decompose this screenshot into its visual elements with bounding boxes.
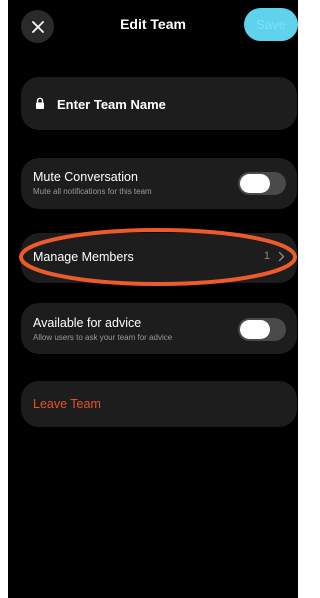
available-for-advice-toggle[interactable] (238, 318, 286, 341)
save-button[interactable]: Save (244, 8, 298, 41)
close-icon (31, 20, 44, 33)
lock-icon (36, 97, 44, 109)
toggle-knob (240, 174, 270, 193)
available-for-advice-card: Available for advice Allow users to ask … (21, 303, 297, 354)
edit-team-screen: Edit Team Save Mute Conversation Mute al… (8, 0, 298, 598)
toggle-knob (240, 320, 270, 339)
mute-conversation-title: Mute Conversation (33, 170, 138, 184)
leave-team-button[interactable]: Leave Team (21, 381, 297, 427)
available-for-advice-subtitle: Allow users to ask your team for advice (33, 333, 173, 342)
manage-members-row[interactable]: Manage Members 1 (21, 233, 297, 283)
team-name-card (21, 77, 297, 130)
close-button[interactable] (21, 10, 54, 43)
mute-conversation-subtitle: Mute all notifications for this team (33, 187, 152, 196)
mute-conversation-card: Mute Conversation Mute all notifications… (21, 158, 297, 209)
leave-team-label: Leave Team (33, 397, 101, 411)
chevron-right-icon (278, 251, 285, 262)
mute-conversation-toggle[interactable] (238, 172, 286, 195)
available-for-advice-title: Available for advice (33, 316, 142, 330)
team-name-input[interactable] (57, 94, 277, 114)
members-count: 1 (263, 250, 270, 262)
manage-members-label: Manage Members (33, 250, 134, 264)
